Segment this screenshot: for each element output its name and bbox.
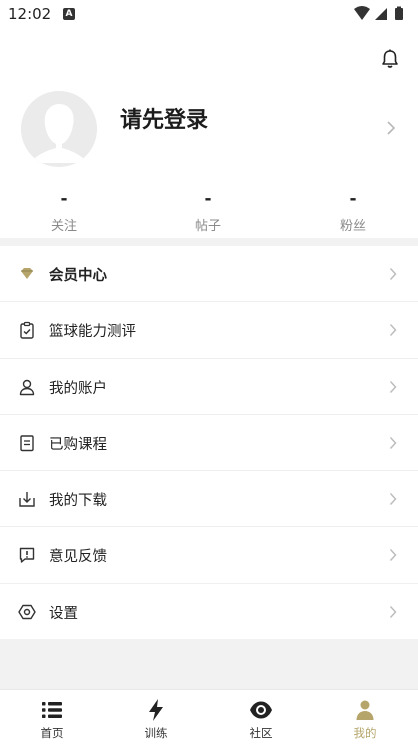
list-icon	[42, 702, 62, 718]
chevron-right-icon	[389, 380, 397, 393]
menu-item-feedback[interactable]: 意见反馈	[0, 527, 418, 584]
stat-value: -	[204, 189, 212, 209]
chevron-right-icon	[389, 605, 397, 618]
stat-following[interactable]: - 关注	[24, 188, 104, 234]
lightning-icon	[149, 699, 163, 721]
battery-icon	[395, 8, 403, 20]
menu-item-courses[interactable]: 已购课程	[0, 415, 418, 472]
menu-item-label: 我的账户	[49, 380, 107, 397]
status-bar: 12:02 A	[0, 0, 418, 30]
tab-label: 社区	[249, 726, 273, 740]
tab-label: 我的	[353, 726, 377, 740]
notification-bell-icon[interactable]	[379, 48, 401, 70]
eye-icon	[250, 701, 272, 719]
chevron-right-icon	[389, 267, 397, 281]
menu-item-label: 篮球能力测评	[49, 324, 136, 341]
profile-header[interactable]: 请先登录	[0, 88, 418, 168]
status-icons	[354, 6, 403, 20]
section-divider	[0, 238, 418, 246]
tab-label: 首页	[40, 726, 64, 740]
default-avatar-icon	[21, 91, 97, 167]
stats-row: - 关注 - 帖子 - 粉丝	[0, 188, 418, 238]
menu-item-membership[interactable]: 会员中心	[0, 246, 418, 303]
stat-label: 帖子	[194, 219, 221, 234]
menu-item-settings[interactable]: 设置	[0, 584, 418, 640]
feedback-icon	[19, 548, 35, 564]
person-icon	[356, 700, 374, 720]
menu-item-account[interactable]: 我的账户	[0, 359, 418, 415]
tab-training[interactable]: 训练	[104, 690, 208, 744]
chevron-right-icon	[389, 493, 397, 506]
stat-label: 关注	[50, 219, 77, 234]
stat-posts[interactable]: - 帖子	[168, 188, 248, 234]
menu-item-downloads[interactable]: 我的下载	[0, 471, 418, 528]
tab-mine[interactable]: 我的	[313, 690, 417, 744]
chevron-right-icon	[389, 549, 397, 562]
download-icon	[19, 492, 35, 507]
bottom-tab-bar: 首页 训练 社区 我的	[0, 689, 418, 744]
settings-icon	[18, 604, 36, 619]
diamond-icon	[21, 268, 33, 279]
stat-value: -	[60, 189, 68, 209]
menu-item-label: 会员中心	[49, 268, 107, 284]
avatar[interactable]	[21, 91, 97, 167]
tab-community[interactable]: 社区	[209, 690, 313, 744]
chevron-right-icon	[389, 436, 397, 449]
footer-spacer	[0, 639, 418, 689]
menu-list: 会员中心 篮球能力测评 我的账户 已购课程 我的下载 意见反馈 设置	[0, 246, 418, 640]
login-prompt[interactable]: 请先登录	[120, 102, 208, 134]
menu-item-label: 我的下载	[49, 493, 107, 510]
stat-label: 粉丝	[339, 219, 366, 234]
menu-item-label: 意见反馈	[49, 549, 107, 566]
notification-icon: A	[63, 8, 75, 20]
menu-item-label: 设置	[49, 605, 78, 622]
wifi-icon	[354, 6, 370, 20]
tab-home[interactable]: 首页	[0, 690, 104, 744]
clipboard-check-icon	[20, 322, 34, 339]
user-icon	[19, 379, 35, 395]
stat-value: -	[349, 189, 357, 209]
document-icon	[20, 435, 34, 452]
status-time: 12:02	[8, 5, 52, 23]
chevron-right-icon	[389, 324, 397, 337]
menu-item-assessment[interactable]: 篮球能力测评	[0, 302, 418, 359]
menu-item-label: 已购课程	[49, 436, 107, 453]
tab-label: 训练	[144, 726, 168, 740]
chevron-right-icon[interactable]	[386, 120, 396, 136]
signal-icon	[375, 8, 387, 20]
stat-fans[interactable]: - 粉丝	[313, 188, 393, 234]
